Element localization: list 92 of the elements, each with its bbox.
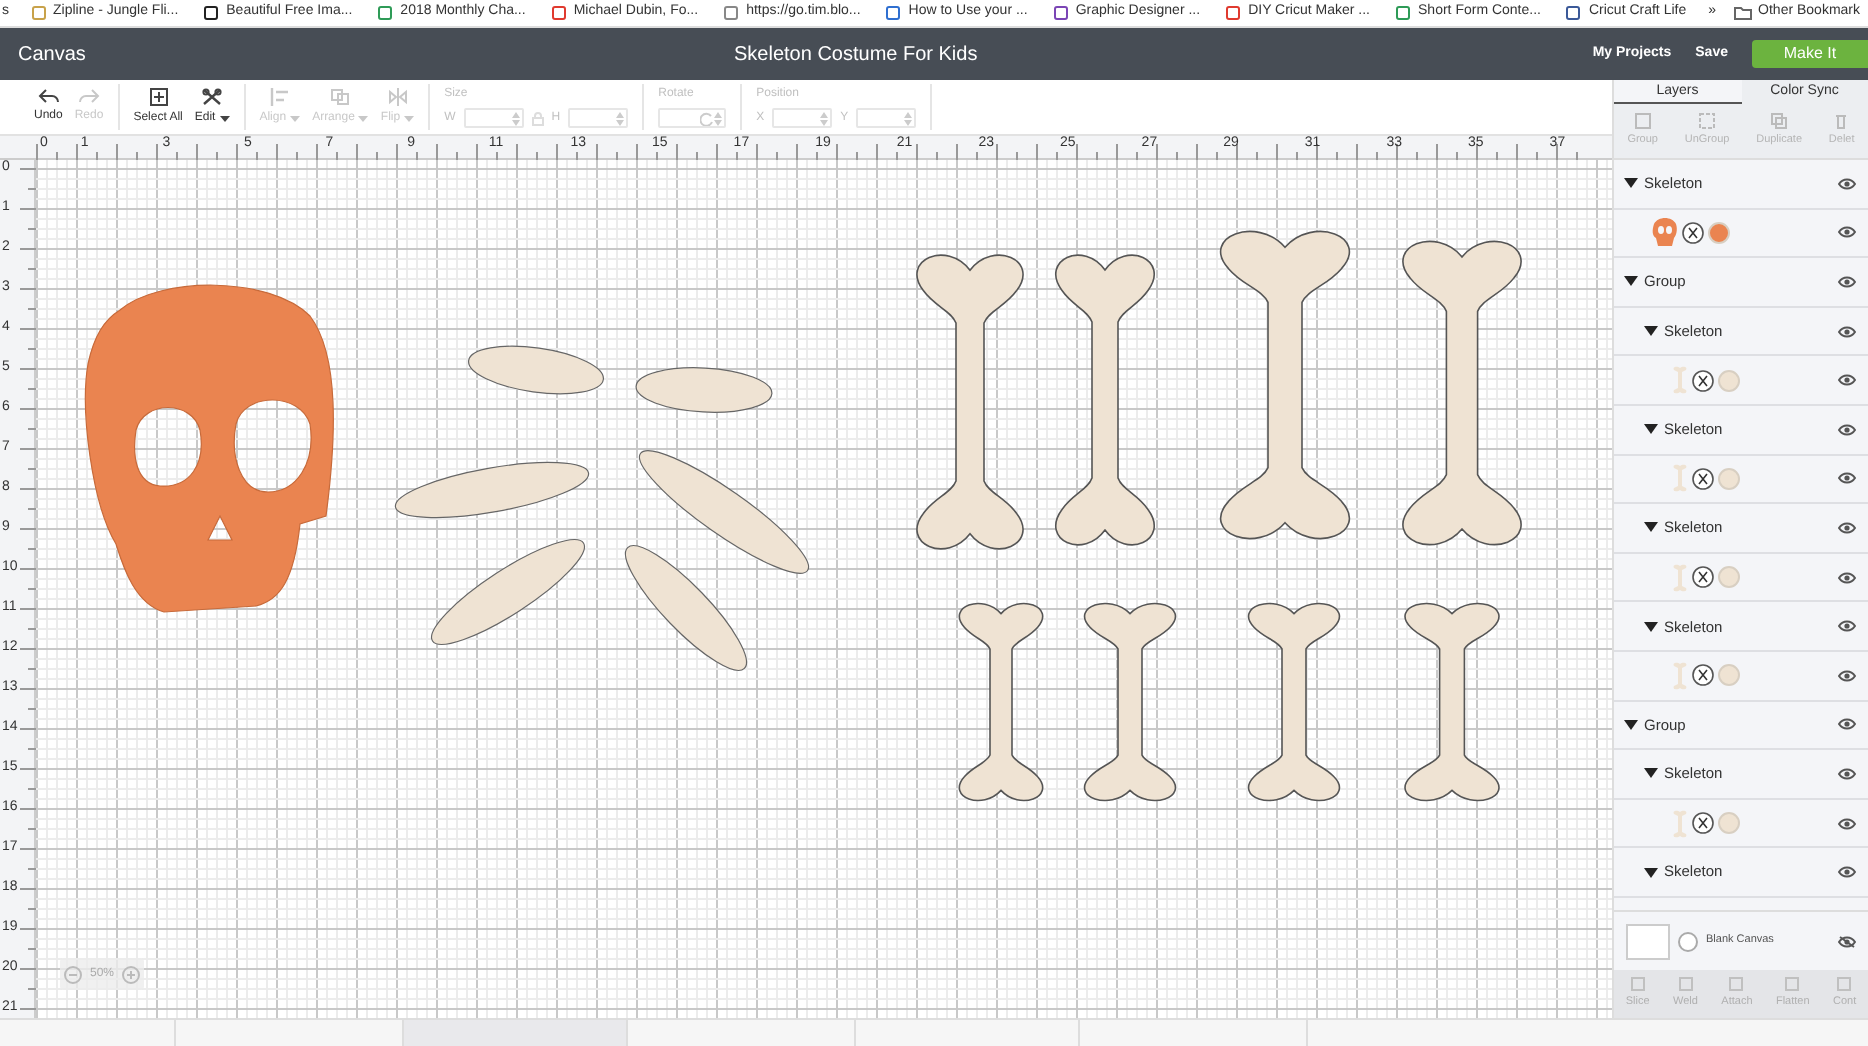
align-icon xyxy=(269,87,290,105)
eye-icon[interactable] xyxy=(1838,423,1856,436)
eye-icon[interactable] xyxy=(1838,620,1856,633)
cut-icon xyxy=(1682,221,1704,244)
trash-icon xyxy=(1832,112,1851,131)
eye-icon[interactable] xyxy=(1838,177,1856,190)
caret-icon xyxy=(404,115,415,121)
caret-icon[interactable] xyxy=(1644,867,1658,878)
tool-icon xyxy=(1728,976,1745,993)
cut-icon xyxy=(1692,566,1714,589)
favicon-icon xyxy=(886,6,901,20)
color-swatch[interactable] xyxy=(1718,566,1740,589)
eye-icon[interactable] xyxy=(1838,275,1856,288)
tool-icon xyxy=(1784,976,1801,993)
layers-icon xyxy=(330,87,351,105)
eye-icon[interactable] xyxy=(1838,571,1856,584)
folder-icon xyxy=(1734,6,1753,20)
eye-icon[interactable] xyxy=(1838,226,1856,239)
redo-icon xyxy=(78,88,101,104)
stepper-icon xyxy=(714,111,723,125)
favicon-icon xyxy=(551,6,566,20)
number-field[interactable] xyxy=(568,108,629,128)
undo-icon xyxy=(37,88,60,104)
eye-icon[interactable] xyxy=(1838,374,1856,387)
eye-icon[interactable] xyxy=(1838,521,1856,534)
cut-icon xyxy=(1692,369,1714,392)
eye-icon[interactable] xyxy=(1838,472,1856,485)
color-swatch[interactable] xyxy=(1708,221,1730,244)
color-swatch[interactable] xyxy=(1718,812,1740,835)
eye-icon[interactable] xyxy=(1838,718,1856,731)
app-title: Canvas xyxy=(18,41,86,69)
color-swatch[interactable] xyxy=(1718,369,1740,392)
color-swatch[interactable] xyxy=(1718,664,1740,687)
bone-icon xyxy=(1672,809,1688,838)
stepper-icon xyxy=(904,111,913,125)
favicon-icon xyxy=(378,6,393,20)
canvas-swatch[interactable] xyxy=(1626,923,1670,959)
tool-icon xyxy=(1836,976,1853,993)
caret-icon xyxy=(219,115,230,121)
eye-icon[interactable] xyxy=(1838,669,1856,682)
eye-icon[interactable] xyxy=(1838,325,1856,338)
bone-icon xyxy=(1672,366,1688,395)
stepper-icon xyxy=(820,111,829,125)
cut-icon xyxy=(1692,467,1714,490)
caret-icon xyxy=(290,115,301,121)
plus-square-icon xyxy=(149,87,168,105)
rotate-icon xyxy=(700,111,715,125)
stepper-icon xyxy=(511,111,520,125)
caret-icon[interactable] xyxy=(1644,621,1658,632)
favicon-icon xyxy=(1053,6,1068,20)
favicon-icon xyxy=(204,6,219,20)
number-field[interactable] xyxy=(856,108,917,128)
tool-icon xyxy=(1629,976,1646,993)
document-title: Skeleton Costume For Kids xyxy=(734,41,978,69)
duplicate-icon xyxy=(1770,112,1789,131)
tool-icon xyxy=(1677,976,1694,993)
petal-shape xyxy=(635,367,773,413)
favicon-icon xyxy=(1226,6,1241,20)
caret-icon[interactable] xyxy=(1644,424,1658,435)
favicon-icon xyxy=(724,6,739,20)
favicon-icon xyxy=(1396,6,1411,20)
group-icon xyxy=(1633,112,1652,131)
favicon-icon xyxy=(31,6,45,20)
cut-icon xyxy=(1692,664,1714,687)
petal-shape xyxy=(468,345,604,395)
lock-icon xyxy=(531,111,544,125)
caret-icon[interactable] xyxy=(1644,522,1658,533)
bone-icon xyxy=(1672,563,1688,592)
hidden-eye-icon[interactable] xyxy=(1838,935,1856,947)
petal-shape xyxy=(624,545,748,671)
number-field[interactable] xyxy=(658,108,727,128)
flip-icon xyxy=(387,87,408,105)
scissors-icon xyxy=(202,87,223,105)
bone-icon xyxy=(1672,464,1688,493)
caret-icon[interactable] xyxy=(1624,276,1638,287)
number-field[interactable] xyxy=(463,108,524,128)
caret-icon[interactable] xyxy=(1624,178,1638,189)
caret-icon[interactable] xyxy=(1644,326,1658,337)
eye-icon[interactable] xyxy=(1838,767,1856,780)
color-swatch[interactable] xyxy=(1718,467,1740,490)
eye-icon[interactable] xyxy=(1838,817,1856,830)
ungroup-icon xyxy=(1698,112,1717,131)
stepper-icon xyxy=(616,111,625,125)
caret-icon[interactable] xyxy=(1644,768,1658,779)
caret-icon xyxy=(358,115,369,121)
favicon-icon xyxy=(1566,6,1581,20)
cut-icon xyxy=(1692,812,1714,835)
skull-icon xyxy=(1650,216,1678,249)
caret-icon[interactable] xyxy=(1624,719,1638,730)
eye-icon[interactable] xyxy=(1838,866,1856,879)
number-field[interactable] xyxy=(772,108,833,128)
bone-icon xyxy=(1672,661,1688,690)
